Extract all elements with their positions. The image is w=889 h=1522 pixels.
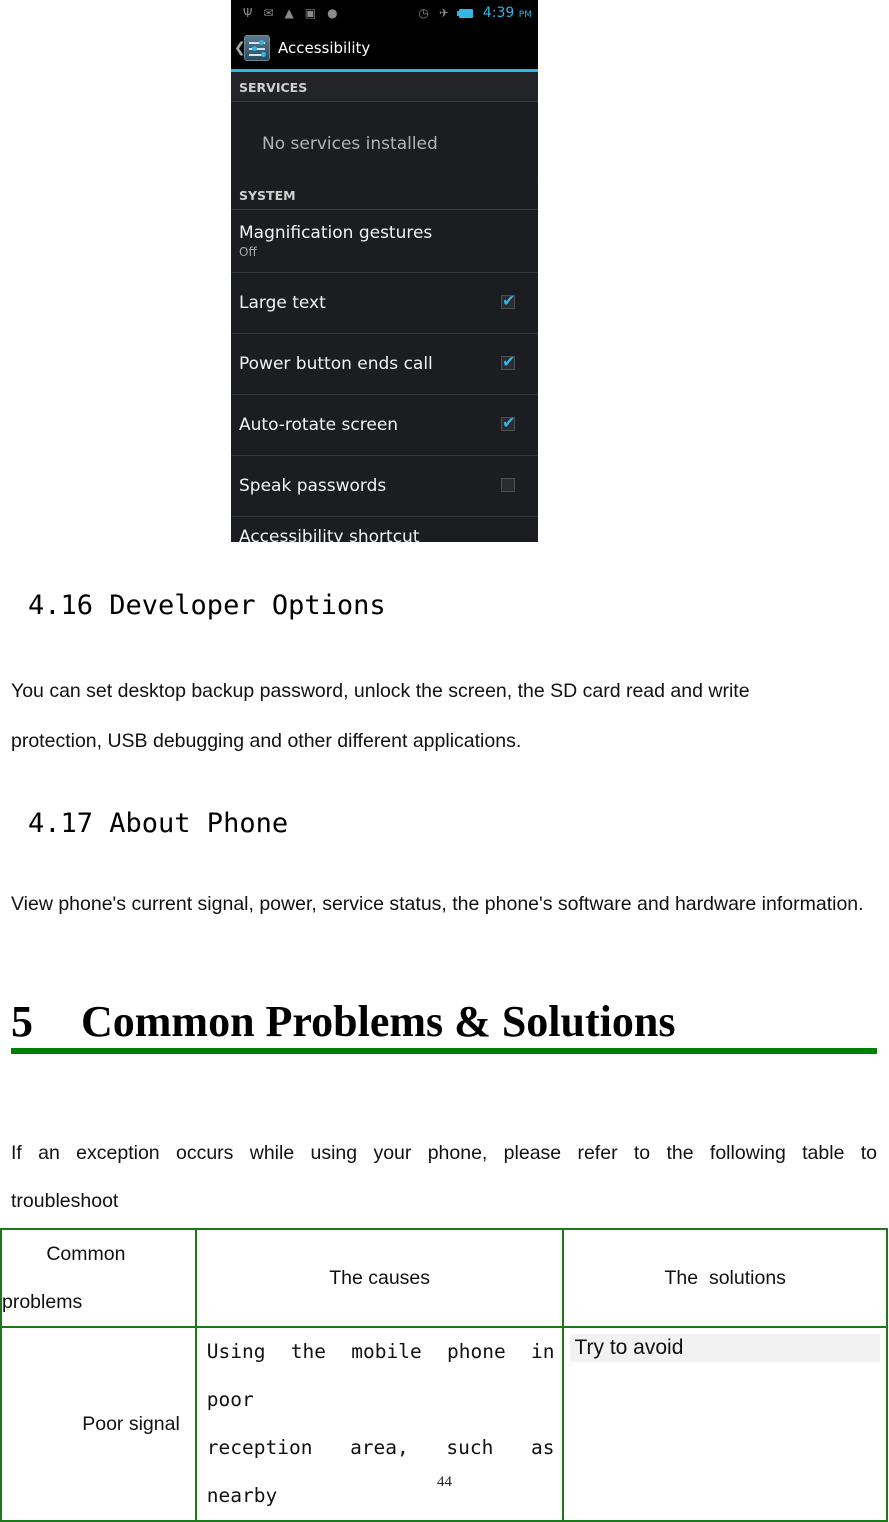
heading-developer-options: 4.16 Developer Options (28, 590, 386, 621)
settings-sliders-icon[interactable] (244, 34, 270, 61)
usb-icon: Ψ (243, 6, 253, 20)
battery-charging-icon (456, 8, 473, 18)
page-number: 44 (437, 1474, 452, 1490)
android-icon: ● (327, 6, 338, 20)
pref-auto-rotate-screen[interactable]: Auto-rotate screen (231, 395, 538, 456)
chapter-title: Common Problems & Solutions (81, 997, 676, 1046)
problem-cell: Poor signal (0, 1326, 197, 1522)
pref-title: Large text (239, 293, 326, 313)
header-solutions: The solutions (562, 1228, 888, 1328)
chapter-number: 5 (11, 997, 33, 1046)
heading-about-phone: 4.17 About Phone (28, 808, 289, 839)
pref-title: Magnification gestures (239, 223, 433, 243)
solution-cell: Try to avoid (562, 1326, 888, 1522)
pref-power-button-ends-call[interactable]: Power button ends call (231, 334, 538, 395)
pref-magnification-gestures[interactable]: Magnification gestures Off (231, 210, 538, 273)
pref-title: Power button ends call (239, 354, 433, 374)
cause-cell: Using the mobile phone in poor reception… (194, 1326, 565, 1522)
back-chevron-icon[interactable]: ❮ (234, 40, 246, 56)
pref-title: Accessibility shortcut (239, 527, 420, 542)
header-causes: The causes (194, 1228, 565, 1328)
pref-large-text[interactable]: Large text (231, 273, 538, 334)
message-icon: ▣ (304, 6, 317, 20)
section-header-system: SYSTEM (231, 180, 538, 210)
large-text-checkbox[interactable] (501, 291, 515, 310)
pref-title: Auto-rotate screen (239, 415, 399, 435)
auto-rotate-screen-checkbox[interactable] (501, 413, 515, 432)
pref-title: Speak passwords (239, 476, 387, 496)
no-services-message: No services installed (231, 102, 538, 180)
airplane-mode-icon: ✈ (438, 6, 449, 20)
gmail-icon: ✉ (263, 6, 274, 20)
pref-speak-passwords[interactable]: Speak passwords (231, 456, 538, 517)
pref-summary: Off (239, 245, 257, 259)
intro-text-line2: troubleshoot (11, 1190, 119, 1212)
developer-options-text-line1: You can set desktop backup password, unl… (11, 680, 750, 702)
clock: 4:39 PM (482, 5, 532, 21)
section-header-services: SERVICES (231, 72, 538, 102)
accessibility-screenshot: Ψ ✉ ▲ ▣ ● ◷ ✈ 4:39 PM ❮ Accessibility SE… (231, 0, 538, 542)
pref-accessibility-shortcut[interactable]: Accessibility shortcut (231, 517, 538, 542)
warning-icon: ▲ (284, 6, 294, 20)
chapter-heading: 5 Common Problems & Solutions (11, 996, 877, 1054)
speak-passwords-checkbox[interactable] (501, 478, 515, 492)
screen-title: Accessibility (278, 38, 371, 57)
developer-options-text-line2: protection, USB debugging and other diff… (11, 730, 522, 752)
power-button-ends-call-checkbox[interactable] (501, 352, 515, 371)
intro-text-line1: If an exception occurs while using your … (11, 1142, 877, 1164)
table-row: Poor signal Using the mobile phone in po… (0, 1326, 888, 1522)
about-phone-text: View phone's current signal, power, serv… (11, 893, 864, 915)
action-bar: ❮ Accessibility (231, 26, 538, 72)
header-common-problems: Common problems (0, 1228, 197, 1328)
status-bar: Ψ ✉ ▲ ▣ ● ◷ ✈ 4:39 PM (231, 0, 538, 26)
alarm-icon: ◷ (418, 6, 429, 20)
table-header-row: Common problems The causes The solutions (0, 1228, 888, 1328)
